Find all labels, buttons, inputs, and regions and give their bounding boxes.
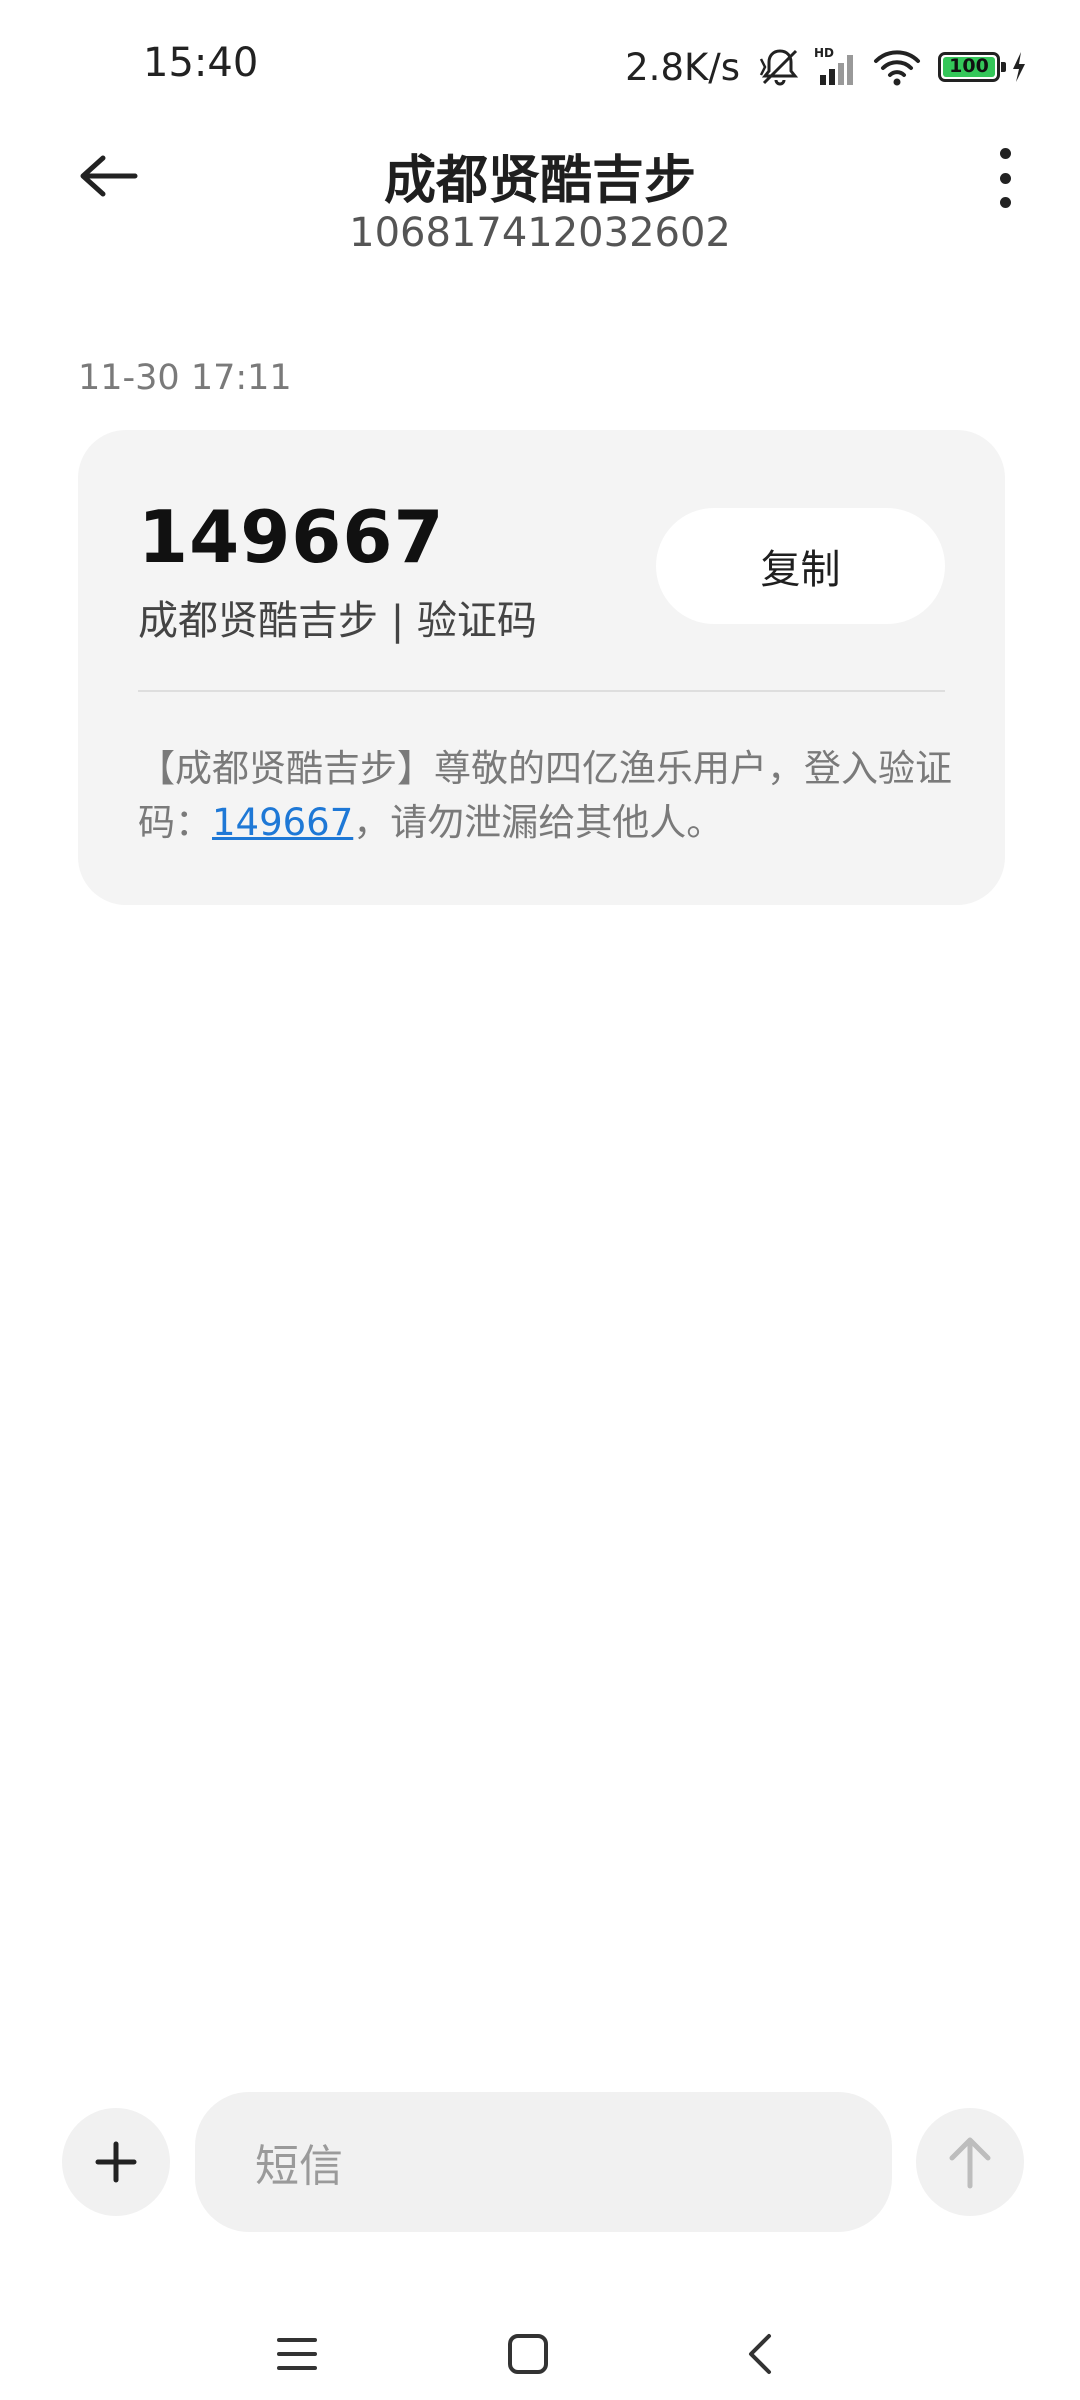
battery-level: 100 <box>949 55 989 77</box>
charging-icon <box>1010 50 1028 84</box>
more-options-button[interactable] <box>990 148 1020 208</box>
svg-text:HD: HD <box>814 46 834 60</box>
copy-code-button[interactable]: 复制 <box>656 508 945 624</box>
square-icon <box>508 2334 548 2374</box>
mute-icon <box>758 45 802 89</box>
status-bar: 15:40 2.8K/s HD 100 <box>0 0 1080 130</box>
system-back-button[interactable] <box>720 2322 800 2386</box>
contact-number: 106817412032602 <box>349 210 731 256</box>
message-input-placeholder: 短信 <box>255 2141 343 2192</box>
system-nav-bar <box>0 2300 1080 2400</box>
verification-code: 149667 <box>138 495 445 579</box>
status-icons: 2.8K/s HD 100 <box>625 40 1028 94</box>
messaging-screen: 15:40 2.8K/s HD 100 成都贤酷吉步 1068174120326… <box>0 0 1080 2400</box>
home-button[interactable] <box>488 2322 568 2386</box>
arrow-up-icon <box>949 2137 991 2189</box>
recent-apps-button[interactable] <box>257 2322 337 2386</box>
network-speed: 2.8K/s <box>625 45 740 89</box>
send-button[interactable] <box>916 2108 1024 2216</box>
more-vertical-icon <box>999 148 1011 159</box>
message-timestamp: 11-30 17:11 <box>78 358 292 398</box>
menu-icon <box>277 2338 317 2370</box>
message-input[interactable]: 短信 <box>195 2092 892 2232</box>
chevron-left-icon <box>749 2334 771 2374</box>
message-code-link[interactable]: 149667 <box>212 801 353 844</box>
divider <box>138 690 945 692</box>
status-time: 15:40 <box>143 40 259 86</box>
message-body: 【成都贤酷吉步】尊敬的四亿渔乐用户，登入验证码：149667，请勿泄漏给其他人。 <box>138 742 958 850</box>
add-attachment-button[interactable] <box>62 2108 170 2216</box>
message-bubble[interactable]: 149667 成都贤酷吉步 | 验证码 复制 【成都贤酷吉步】尊敬的四亿渔乐用户… <box>78 430 1005 905</box>
hd-signal-icon: HD <box>812 45 862 89</box>
contact-name: 成都贤酷吉步 <box>383 151 696 211</box>
message-body-suffix: ，请勿泄漏给其他人。 <box>353 801 724 844</box>
wifi-icon <box>872 45 922 89</box>
plus-icon <box>95 2141 137 2183</box>
battery-icon: 100 <box>938 52 1006 82</box>
code-source-label: 成都贤酷吉步 | 验证码 <box>138 598 537 644</box>
